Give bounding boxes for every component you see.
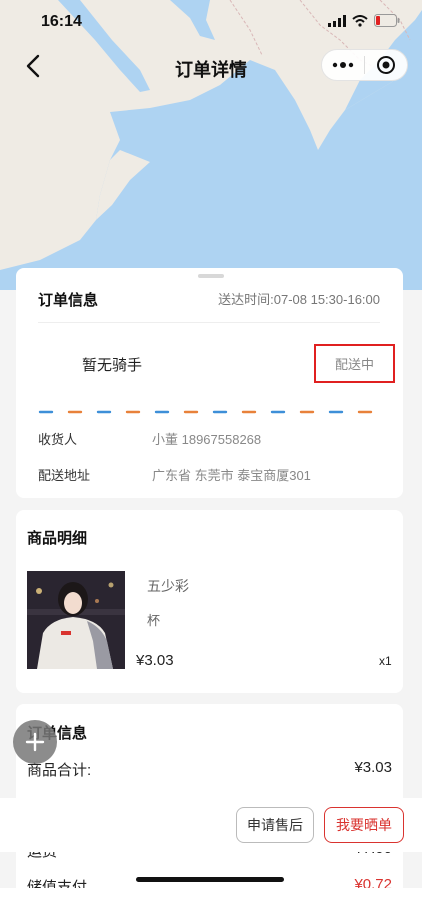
product-name: 五少彩 <box>147 578 189 594</box>
order-status-text: 配送中 <box>334 357 374 372</box>
home-indicator <box>136 877 284 882</box>
delivery-time: 送达时间:07-08 15:30-16:00 <box>218 292 380 307</box>
status-time: 16:14 <box>41 13 82 30</box>
wifi-icon <box>352 14 368 27</box>
drag-handle[interactable] <box>198 274 224 278</box>
more-dots-icon <box>332 62 354 68</box>
signal-icon <box>328 14 346 27</box>
divider <box>38 322 380 323</box>
rider-status: 暂无骑手 <box>82 357 143 374</box>
goods-title: 商品明细 <box>27 530 88 547</box>
dashed-divider <box>38 410 373 414</box>
share-order-button[interactable]: 我要晒单 <box>324 807 404 843</box>
receiver-value: 小董 18967558268 <box>152 432 262 447</box>
order-status-badge: 配送中 <box>314 344 395 383</box>
receiver-label: 收货人 <box>38 432 78 447</box>
miniprogram-capsule <box>321 49 408 81</box>
status-icons <box>328 14 400 27</box>
goods-total-value: ¥3.03 <box>354 759 392 776</box>
product-quantity: x1 <box>379 654 392 668</box>
address-label: 配送地址 <box>38 468 91 483</box>
order-info-title: 订单信息 <box>38 292 99 309</box>
status-bar: 16:14 <box>0 0 422 44</box>
battery-icon <box>374 14 400 27</box>
more-button[interactable] <box>322 50 364 80</box>
close-miniprogram-button[interactable] <box>365 50 407 80</box>
product-price: ¥3.03 <box>136 652 174 669</box>
product-spec: 杯 <box>147 613 161 628</box>
product-photo <box>27 571 125 669</box>
plus-icon <box>25 732 45 752</box>
product-image[interactable] <box>27 571 125 669</box>
address-value: 广东省 东莞市 泰宝商厦301 <box>152 468 311 483</box>
bottom-safe-area <box>0 888 422 898</box>
floating-add-button[interactable] <box>13 720 57 764</box>
target-icon <box>377 56 395 74</box>
apply-after-sale-button[interactable]: 申请售后 <box>236 807 314 843</box>
